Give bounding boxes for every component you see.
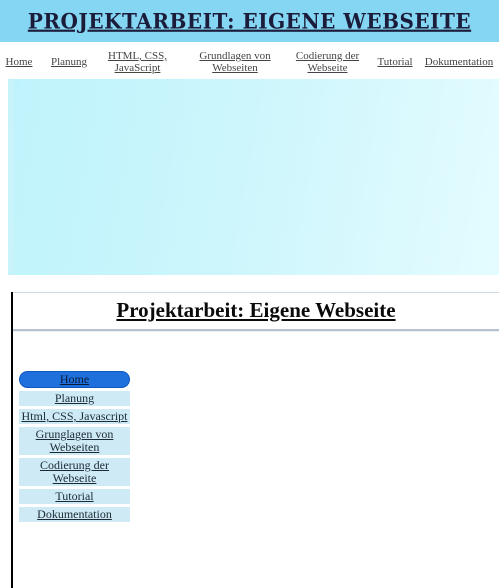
sidebar-item-codierung[interactable]: Codierung der Webseite	[19, 458, 130, 486]
website-version-2: Projektarbeit: Eigene Webseite Home Plan…	[0, 292, 499, 588]
sidebar-item-tutorial[interactable]: Tutorial	[19, 489, 130, 504]
website-version-1: PROJEKTARBEIT: EIGENE WEBSEITE Home Plan…	[0, 0, 499, 275]
nav-link-planung[interactable]: Planung	[44, 56, 94, 68]
sidebar-item-planung[interactable]: Planung	[19, 391, 130, 406]
sidebar-item-grunglagen[interactable]: Grunglagen von Webseiten	[19, 427, 130, 455]
nav-link-home[interactable]: Home	[4, 56, 34, 68]
left-border-line	[11, 292, 13, 588]
page-title: PROJEKTARBEIT: EIGENE WEBSEITE	[27, 8, 472, 34]
sidebar-item-home[interactable]: Home	[19, 371, 130, 388]
page-title: Projektarbeit: Eigene Webseite	[116, 298, 396, 322]
nav-link-html-css-javascript[interactable]: HTML, CSS, JavaScript	[105, 50, 170, 74]
sidebar-item-dokumentation[interactable]: Dokumentation	[19, 507, 130, 522]
nav-link-codierung[interactable]: Codierung der Webseite	[290, 50, 365, 74]
top-navigation: Home Planung HTML, CSS, JavaScript Grund…	[0, 48, 499, 78]
nav-link-grundlagen[interactable]: Grundlagen von Webseiten	[195, 50, 275, 74]
sidebar-navigation: Home Planung Html, CSS, Javascript Grung…	[19, 371, 130, 525]
sidebar-item-html-css-javascript[interactable]: Html, CSS, Javascript	[19, 409, 130, 424]
nav-link-dokumentation[interactable]: Dokumentation	[420, 56, 498, 68]
nav-link-tutorial[interactable]: Tutorial	[372, 56, 418, 68]
hero-gradient-area	[14, 79, 499, 275]
